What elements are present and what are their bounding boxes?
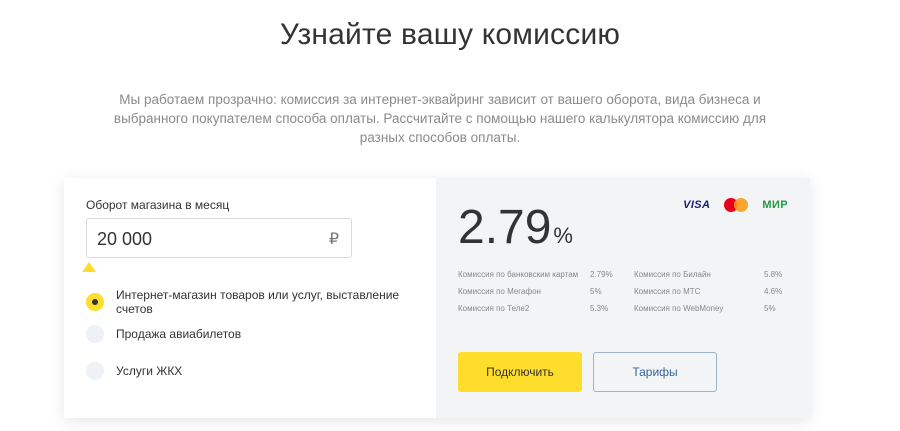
fee-name: Комиссия по банковским картам (458, 270, 579, 279)
radio-button-selected[interactable] (86, 293, 104, 311)
description-line-1: Мы работаем прозрачно: комиссия за интер… (119, 92, 761, 107)
fee-value: 5.8% (764, 270, 783, 279)
page-title: Узнайте вашу комиссию (279, 18, 621, 51)
description-line-2: выбранного покупателем способа оплаты. Р… (113, 111, 767, 126)
mastercard-logo-icon (724, 198, 749, 212)
fee-value: 5.3% (590, 304, 609, 313)
fee-value: 4.6% (764, 287, 783, 296)
mir-logo-icon: МИР (762, 199, 788, 211)
turnover-value[interactable]: 20 000 (97, 229, 152, 250)
turnover-slider-handle[interactable] (82, 262, 96, 272)
payment-systems-logos: VISA МИР (683, 198, 788, 212)
option-label: Интернет-магазин товаров или услуг, выст… (116, 288, 400, 316)
connect-button[interactable]: Подключить (458, 352, 582, 392)
option-online-store[interactable]: Интернет-магазин товаров или услуг, выст… (86, 288, 436, 316)
commission-calculator-page: Узнайте вашу комиссию Мы работаем прозра… (0, 0, 900, 431)
option-utilities[interactable]: Услуги ЖКХ (86, 362, 182, 380)
fee-value: 5% (764, 304, 776, 313)
fee-name: Комиссия по МТС (634, 287, 701, 296)
fee-value: 2.79% (590, 270, 613, 279)
fee-name: Комиссия по Теле2 (458, 304, 530, 313)
commission-rate-value: 2.79 (458, 201, 552, 254)
description-line-3: разных способов оплаты. (359, 130, 521, 145)
commission-rate: 2.79% (458, 200, 573, 255)
fee-name: Комиссия по WebMoney (634, 304, 724, 313)
fee-name: Комиссия по Мегафон (458, 287, 541, 296)
fee-name: Комиссия по Билайн (634, 270, 711, 279)
option-air-tickets[interactable]: Продажа авиабилетов (86, 325, 241, 343)
option-label: Услуги ЖКХ (116, 364, 183, 378)
radio-button[interactable] (86, 325, 104, 343)
option-label: Продажа авиабилетов (116, 327, 242, 341)
turnover-input[interactable]: 20 000 ₽ (86, 218, 352, 258)
calculator-result-panel: 2.79% VISA МИР Комиссия по банковским ка… (436, 178, 810, 418)
page-description: Мы работаем прозрачно: комиссия за интер… (110, 90, 770, 147)
tariffs-button[interactable]: Тарифы (593, 352, 717, 392)
fee-value: 5% (590, 287, 602, 296)
ruble-icon: ₽ (328, 231, 339, 248)
percent-sign: % (553, 223, 573, 248)
calculator-inputs-panel: Оборот магазина в месяц 20 000 ₽ Интерне… (64, 178, 436, 418)
radio-button[interactable] (86, 362, 104, 380)
turnover-label: Оборот магазина в месяц (86, 198, 230, 212)
calculator-card: Оборот магазина в месяц 20 000 ₽ Интерне… (64, 178, 810, 418)
visa-logo-icon: VISA (683, 199, 711, 211)
